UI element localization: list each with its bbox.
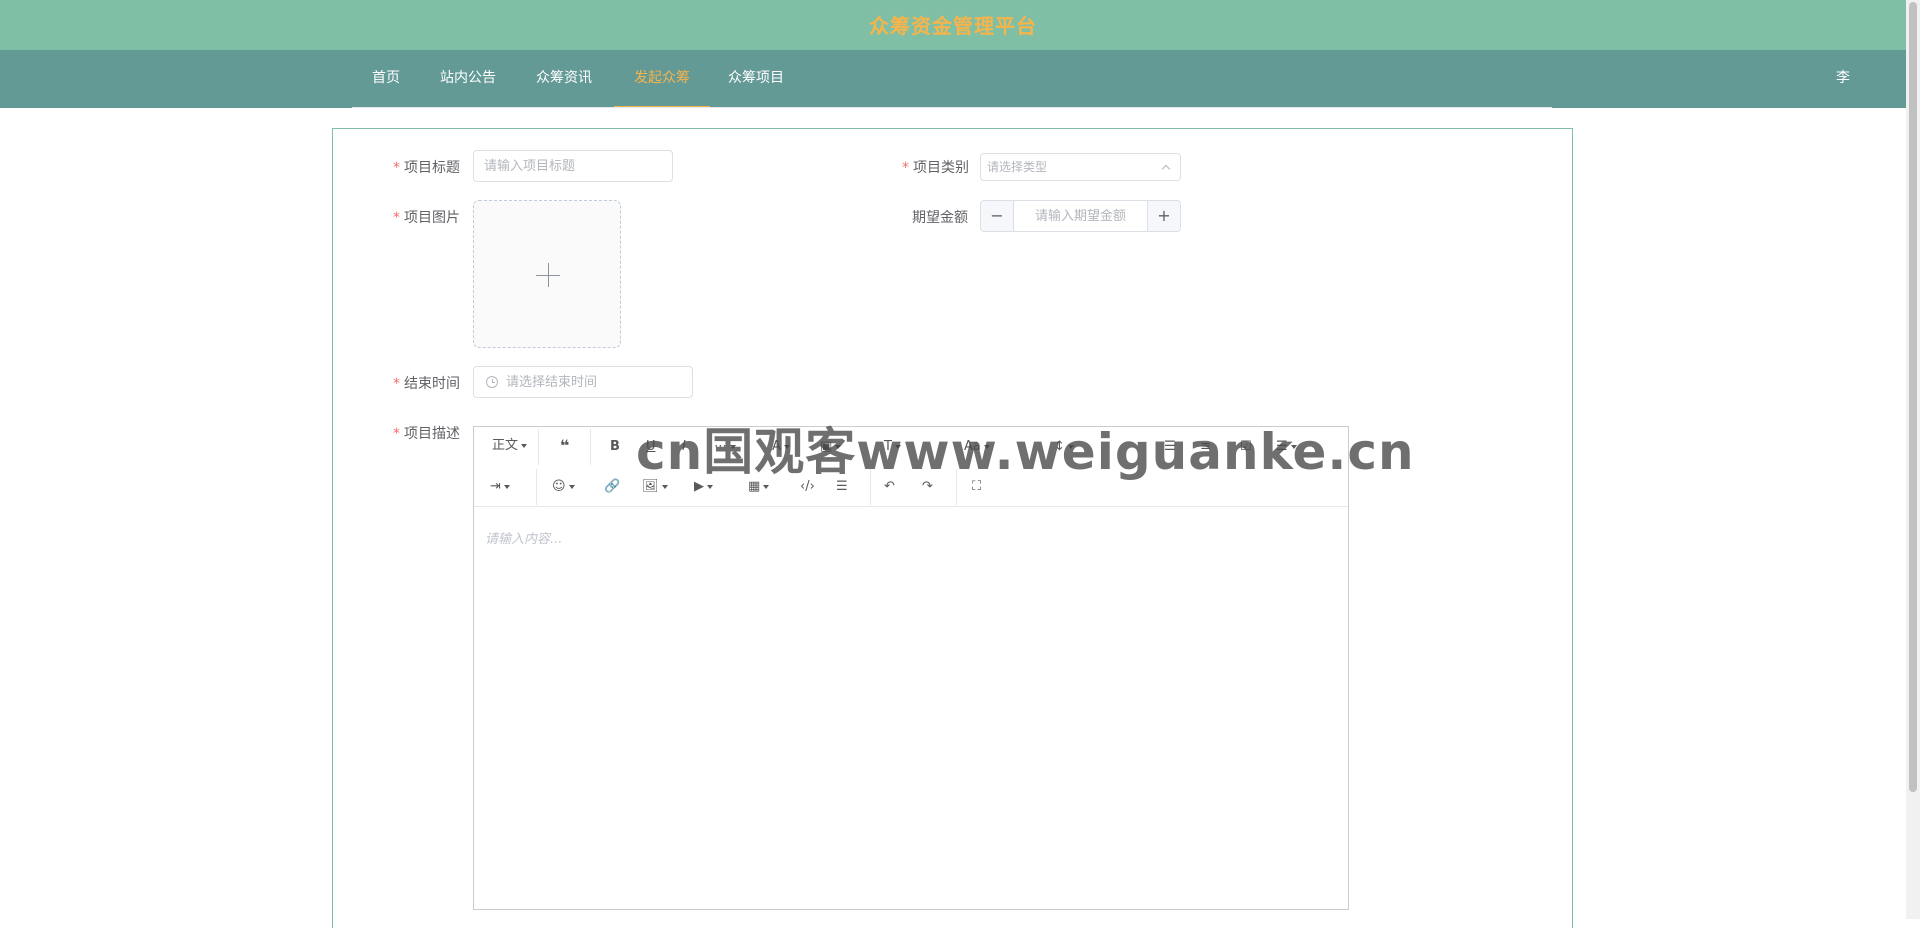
clock-icon	[486, 376, 498, 388]
nav-item-projects[interactable]: 众筹项目	[728, 50, 784, 108]
amount-stepper: − +	[980, 200, 1181, 232]
desc-label: * 项目描述	[393, 426, 460, 442]
required-mark: *	[393, 160, 400, 176]
amount-label: 期望金额	[912, 210, 968, 226]
user-name: 李四	[1836, 70, 1850, 142]
image-label: * 项目图片	[393, 210, 460, 226]
app-title: 众筹资金管理平台	[869, 14, 1037, 38]
blockquote-icon[interactable]: ❝	[560, 434, 569, 458]
rich-text-editor: 正文 ❝ B U I ⋯ A ▣ T Aa ↕ ☰ ≡ ☑ ☰ ⇥ ☺ 🔗 🖼 …	[473, 426, 1349, 910]
main-nav: 首页 站内公告 众筹资讯 发起众筹 众筹项目 李四	[0, 50, 1906, 192]
editor-content[interactable]: 请输入内容...	[474, 508, 1348, 909]
end-time-label: * 结束时间	[393, 376, 460, 392]
editor-placeholder: 请输入内容...	[485, 532, 563, 547]
title-input-wrapper	[473, 150, 673, 182]
amount-input[interactable]	[1015, 201, 1146, 231]
scrollbar-thumb[interactable]	[1909, 2, 1917, 792]
emoji-icon[interactable]: ☺	[552, 475, 575, 499]
title-input[interactable]	[474, 151, 672, 181]
nav-item-announcements[interactable]: 站内公告	[440, 50, 496, 108]
heading-select[interactable]: 正文	[492, 434, 528, 458]
chevron-down-icon	[1844, 181, 1855, 192]
required-mark: *	[393, 210, 400, 226]
end-time-picker[interactable]	[473, 366, 693, 398]
increase-button[interactable]: +	[1147, 201, 1180, 231]
link-icon[interactable]: 🔗	[604, 475, 620, 499]
category-select-input[interactable]	[981, 154, 1180, 180]
nav-item-home[interactable]: 首页	[372, 50, 400, 108]
nav-item-news[interactable]: 众筹资讯	[536, 50, 592, 108]
category-select[interactable]	[980, 153, 1181, 181]
required-mark: *	[902, 160, 909, 176]
category-label: * 项目类别	[902, 160, 969, 176]
required-mark: *	[393, 376, 400, 392]
indent-icon[interactable]: ⇥	[490, 475, 510, 499]
image-uploader[interactable]	[473, 200, 621, 348]
decrease-button[interactable]: −	[981, 201, 1014, 231]
end-time-input[interactable]	[474, 367, 692, 397]
required-mark: *	[393, 426, 400, 442]
watermark: cn国观客www.weiguanke.cn	[636, 423, 1415, 481]
app-header: 众筹资金管理平台	[0, 0, 1906, 50]
nav-item-start-crowdfunding[interactable]: 发起众筹	[614, 50, 710, 108]
nav-divider	[352, 107, 1552, 108]
page-scrollbar[interactable]	[1906, 0, 1920, 919]
user-menu[interactable]: 李四	[1836, 50, 1855, 192]
bold-button[interactable]: B	[610, 435, 620, 459]
title-label: * 项目标题	[393, 160, 460, 176]
